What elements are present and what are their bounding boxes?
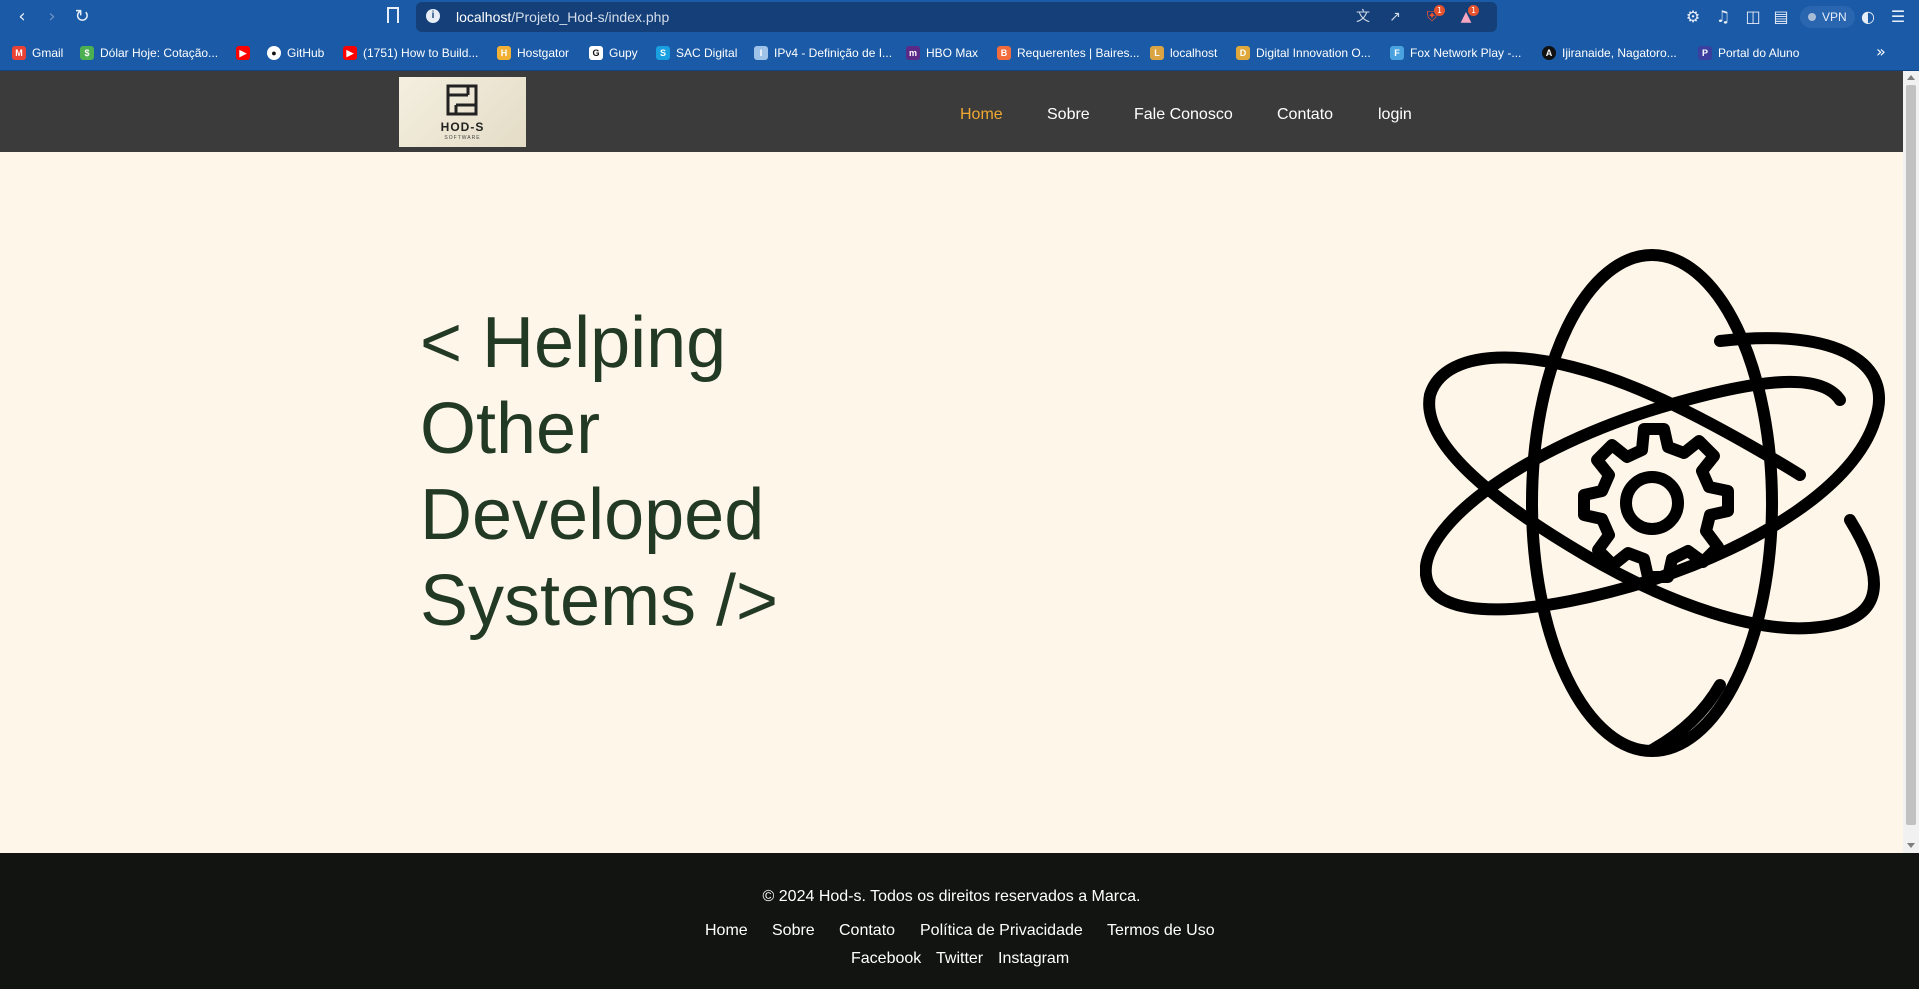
extensions-icon[interactable]: ⚙ — [1682, 5, 1704, 29]
copyright-text: © 2024 Hod-s. Todos os direitos reservad… — [762, 888, 1141, 905]
scroll-down-icon[interactable] — [1907, 843, 1915, 848]
site-footer: © 2024 Hod-s. Todos os direitos reservad… — [0, 853, 1919, 989]
sac-icon: S — [656, 46, 670, 60]
nav-fale-conosco[interactable]: Fale Conosco — [1134, 106, 1233, 124]
hostgator-icon: H — [497, 46, 511, 60]
wallet-icon[interactable]: ▤ — [1770, 5, 1792, 29]
translate-icon[interactable]: 文 — [1354, 8, 1372, 26]
bookmark-ipv4[interactable]: I IPv4 - Definição de I... — [754, 44, 892, 62]
leo-ai-icon[interactable]: ◐ — [1857, 5, 1879, 29]
github-icon: ● — [267, 46, 281, 60]
bookmark-portal-aluno[interactable]: P Portal do Aluno — [1698, 44, 1799, 62]
youtube-icon: ▶ — [236, 46, 250, 60]
footer-link-contato[interactable]: Contato — [839, 922, 895, 940]
vpn-status-icon — [1808, 13, 1816, 21]
nav-home[interactable]: Home — [960, 106, 1003, 124]
bookmark-localhost[interactable]: Llocalhost — [1150, 44, 1217, 62]
bookmark-page-icon[interactable] — [387, 7, 399, 23]
forward-icon[interactable]: › — [40, 5, 64, 29]
bookmark-hostgator[interactable]: H Hostgator — [497, 44, 569, 62]
hero-title: < Helping Other Developed Systems /> — [420, 303, 779, 641]
anime-icon: A — [1542, 46, 1556, 60]
atom-gear-icon — [1420, 249, 1885, 757]
media-icon[interactable]: ♫ — [1712, 5, 1734, 29]
vpn-button[interactable]: VPN — [1800, 6, 1855, 28]
scroll-up-icon[interactable] — [1907, 75, 1915, 80]
menu-icon[interactable]: ☰ — [1887, 5, 1909, 29]
localhost-icon: L — [1150, 46, 1164, 60]
back-icon[interactable]: ‹ — [10, 5, 34, 29]
gupy-icon: G — [589, 46, 603, 60]
bookmark-youtube-video[interactable]: ▶ (1751) How to Build... — [343, 44, 478, 62]
footer-social-instagram[interactable]: Instagram — [998, 950, 1069, 968]
bookmark-sac-digital[interactable]: S SAC Digital — [656, 44, 737, 62]
bookmark-fox[interactable]: F Fox Network Play -... — [1390, 44, 1521, 62]
footer-social-facebook[interactable]: Facebook — [851, 950, 921, 968]
bookmark-nagatoro[interactable]: A Ijiranaide, Nagatoro... — [1542, 44, 1677, 62]
bookmark-youtube[interactable]: ▶ — [236, 44, 256, 62]
nav-contato[interactable]: Contato — [1277, 106, 1333, 124]
bookmark-dolar[interactable]: $ Dólar Hoje: Cotação... — [80, 44, 218, 62]
reload-icon[interactable]: ↻ — [70, 5, 94, 29]
more-bookmarks-icon[interactable]: » — [1876, 42, 1886, 61]
bookmarks-bar: M Gmail $ Dólar Hoje: Cotação... ▶ ● GitHub… — [0, 34, 1919, 71]
dio-icon: D — [1236, 46, 1250, 60]
dollar-icon: $ — [80, 46, 94, 60]
address-bar[interactable]: i localhost/Projeto_Hod-s/index.php 文 ↗ … — [416, 2, 1497, 32]
portal-icon: P — [1698, 46, 1712, 60]
site-logo[interactable]: HOD-S SOFTWARE — [399, 77, 526, 147]
baires-icon: B — [997, 46, 1011, 60]
brave-rewards-icon[interactable]: ▲ 1 — [1457, 5, 1479, 26]
hbo-icon: m — [906, 46, 920, 60]
site-header: HOD-S SOFTWARE Home Sobre Fale Conosco C… — [0, 71, 1903, 152]
footer-link-home[interactable]: Home — [705, 922, 748, 940]
scroll-thumb[interactable] — [1906, 85, 1916, 825]
page-scrollbar[interactable] — [1903, 71, 1919, 853]
bookmark-requerentes[interactable]: B Requerentes | Baires... — [997, 44, 1140, 62]
footer-link-termos[interactable]: Termos de Uso — [1107, 922, 1215, 940]
browser-toolbar: ‹ › ↻ i localhost/Projeto_Hod-s/index.ph… — [0, 0, 1919, 34]
sidebar-icon[interactable]: ◫ — [1742, 5, 1764, 29]
brave-shields-icon[interactable]: ⛨ 1 — [1423, 5, 1445, 26]
hods-logo-icon — [446, 84, 478, 116]
footer-link-privacidade[interactable]: Política de Privacidade — [920, 922, 1083, 940]
bookmark-gupy[interactable]: G Gupy — [589, 44, 638, 62]
bookmark-dio[interactable]: D Digital Innovation O... — [1236, 44, 1371, 62]
site-info-icon[interactable]: i — [426, 9, 440, 23]
url-text[interactable]: localhost/Projeto_Hod-s/index.php — [456, 9, 669, 25]
share-icon[interactable]: ↗ — [1386, 8, 1404, 26]
bookmark-gmail[interactable]: M Gmail — [12, 44, 63, 62]
bookmark-github[interactable]: ● GitHub — [267, 44, 324, 62]
bookmark-hbo-max[interactable]: m HBO Max — [906, 44, 978, 62]
fox-icon: F — [1390, 46, 1404, 60]
gmail-icon: M — [12, 46, 26, 60]
youtube-icon: ▶ — [343, 46, 357, 60]
footer-social-twitter[interactable]: Twitter — [936, 950, 983, 968]
nav-sobre[interactable]: Sobre — [1047, 106, 1090, 124]
nav-login[interactable]: login — [1378, 106, 1412, 124]
ipv4-icon: I — [754, 46, 768, 60]
footer-link-sobre[interactable]: Sobre — [772, 922, 815, 940]
